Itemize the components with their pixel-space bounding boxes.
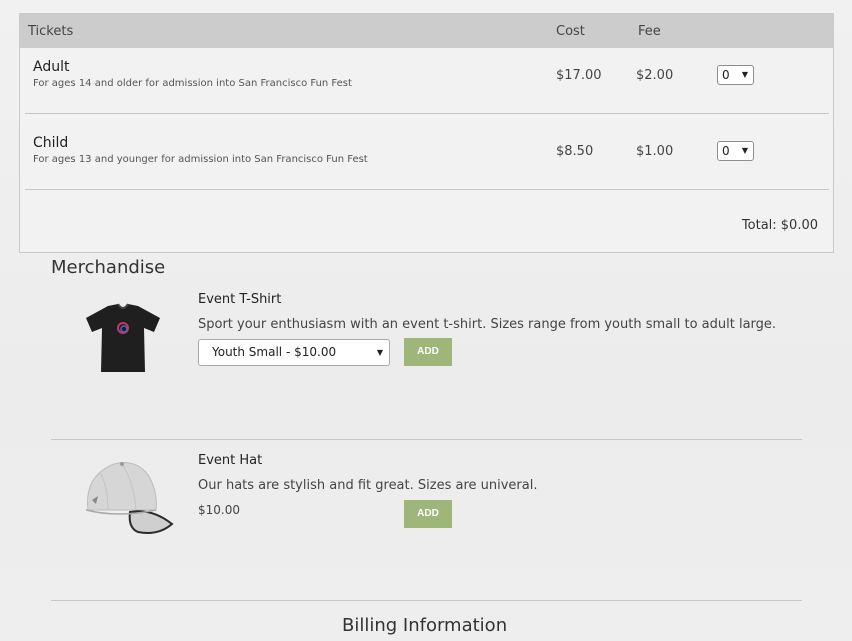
child-quantity-select[interactable]: 0 ▼ <box>717 141 754 161</box>
dropdown-arrow-icon: ▼ <box>741 146 748 155</box>
ticket-fee: $2.00 <box>636 68 674 83</box>
divider <box>51 439 802 440</box>
quantity-value: 0 <box>722 68 730 82</box>
fee-column-header: Fee <box>638 24 661 39</box>
ticket-name: Adult <box>33 59 70 75</box>
tickets-column-header: Tickets <box>28 24 74 39</box>
tickets-table: Tickets Cost Fee Adult For ages 14 and o… <box>19 13 834 253</box>
divider <box>51 600 802 601</box>
billing-title: Billing Information <box>342 615 508 636</box>
dropdown-arrow-icon: ▼ <box>741 70 748 79</box>
ticket-row-adult: Adult For ages 14 and older for admissio… <box>25 38 829 114</box>
cost-column-header: Cost <box>556 24 585 39</box>
hat-name: Event Hat <box>198 453 263 468</box>
ticket-cost: $8.50 <box>556 144 594 159</box>
tshirt-description: Sport your enthusiasm with an event t-sh… <box>198 317 777 332</box>
add-tshirt-button[interactable]: ADD <box>404 338 452 366</box>
tshirt-image <box>86 303 160 372</box>
tshirt-size-select[interactable]: Youth Small - $10.00 ▼ <box>198 339 390 366</box>
adult-quantity-select[interactable]: 0 ▼ <box>717 65 754 85</box>
ticket-description: For ages 13 and younger for admission in… <box>33 154 368 165</box>
quantity-value: 0 <box>722 144 730 158</box>
tshirt-name: Event T-Shirt <box>198 292 282 307</box>
tickets-total: Total: $0.00 <box>741 218 818 233</box>
ticket-name: Child <box>33 135 69 151</box>
merchandise-title: Merchandise <box>51 257 166 278</box>
add-hat-button[interactable]: ADD <box>404 500 452 528</box>
ticket-fee: $1.00 <box>636 144 674 159</box>
ticket-cost: $17.00 <box>556 68 602 83</box>
ticket-row-child: Child For ages 13 and younger for admiss… <box>25 114 829 190</box>
ticket-description: For ages 14 and older for admission into… <box>33 78 352 89</box>
dropdown-arrow-icon: ▼ <box>376 348 383 357</box>
hat-image <box>85 462 174 534</box>
hat-description: Our hats are stylish and fit great. Size… <box>198 478 538 493</box>
hat-price: $10.00 <box>198 503 240 517</box>
size-value: Youth Small - $10.00 <box>212 345 337 359</box>
